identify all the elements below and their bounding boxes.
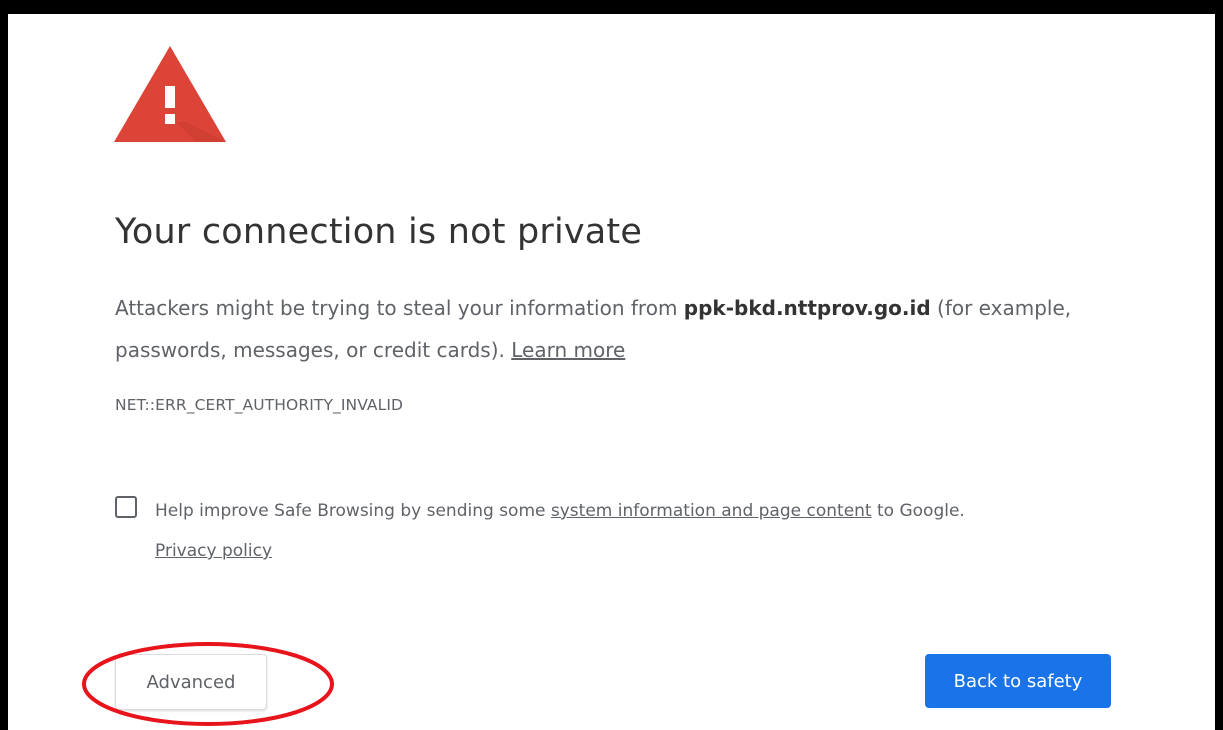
safe-browsing-prefix: Help improve Safe Browsing by sending so… — [155, 501, 551, 521]
privacy-policy-link[interactable]: Privacy policy — [155, 541, 272, 561]
frame-border-top — [0, 0, 1223, 14]
explanation-paragraph: Attackers might be trying to steal your … — [115, 287, 1105, 371]
safe-browsing-suffix: to Google. — [871, 501, 965, 521]
error-code: NET::ERR_CERT_AUTHORITY_INVALID — [115, 396, 404, 414]
safe-browsing-checkbox[interactable] — [115, 496, 137, 518]
explanation-prefix: Attackers might be trying to steal your … — [115, 296, 684, 320]
site-hostname: ppk-bkd.nttprov.go.id — [683, 296, 931, 320]
warning-triangle-icon — [114, 46, 226, 142]
frame-border-right — [1215, 0, 1223, 730]
system-information-link[interactable]: system information and page content — [551, 501, 872, 521]
frame-border-left — [0, 0, 8, 730]
page-title: Your connection is not private — [115, 212, 643, 252]
learn-more-link[interactable]: Learn more — [511, 338, 625, 362]
safe-browsing-text: Help improve Safe Browsing by sending so… — [155, 491, 1095, 571]
advanced-button[interactable]: Advanced — [115, 654, 267, 710]
back-to-safety-button[interactable]: Back to safety — [925, 654, 1111, 708]
